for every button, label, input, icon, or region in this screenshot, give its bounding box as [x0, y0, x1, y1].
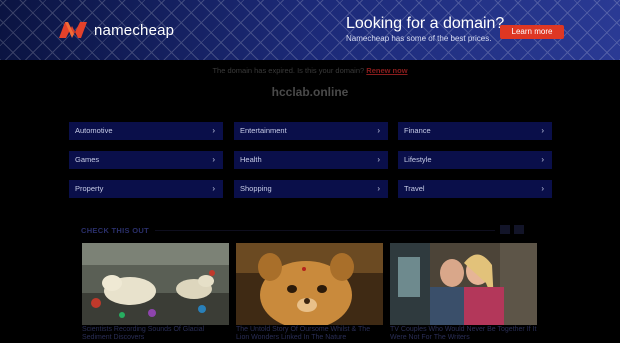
- card-image-polar-bear[interactable]: [82, 243, 229, 325]
- card-caption[interactable]: Scientists Recording Sounds Of Glacial S…: [82, 326, 229, 342]
- chevron-right-icon: ›: [541, 126, 544, 135]
- category-label: Automotive: [75, 126, 113, 135]
- renew-now-link[interactable]: Renew now: [366, 66, 407, 75]
- category-label: Games: [75, 155, 100, 164]
- check-this-out-heading: CHECK THIS OUT: [81, 226, 149, 235]
- chevron-right-icon: ›: [212, 126, 215, 135]
- domain-name: hcclab.online: [271, 85, 349, 99]
- chevron-right-icon: ›: [541, 184, 544, 193]
- category-label: Health: [240, 155, 262, 164]
- chevron-right-icon: ›: [212, 155, 215, 164]
- namecheap-logo[interactable]: namecheap: [58, 20, 174, 40]
- category-label: Property: [75, 184, 104, 193]
- chevron-right-icon: ›: [377, 184, 380, 193]
- logo-text: namecheap: [94, 21, 175, 39]
- namecheap-logo-icon: [59, 22, 87, 38]
- promo-title: Looking for a domain?: [346, 15, 505, 32]
- category-lifestyle[interactable]: Lifestyle ›: [398, 151, 552, 169]
- chevron-right-icon: ›: [377, 126, 380, 135]
- category-label: Shopping: [240, 184, 272, 193]
- category-automotive[interactable]: Automotive ›: [69, 122, 223, 140]
- category-entertainment[interactable]: Entertainment ›: [234, 122, 388, 140]
- promo-subtitle: Namecheap has some of the best prices.: [346, 34, 492, 43]
- category-label: Lifestyle: [404, 155, 432, 164]
- promo-banner[interactable]: namecheap Looking for a domain? Namechea…: [0, 0, 620, 60]
- chevron-right-icon: ›: [212, 184, 215, 193]
- pager-next-icon[interactable]: [514, 225, 524, 234]
- section-divider: [155, 230, 495, 231]
- category-health[interactable]: Health ›: [234, 151, 388, 169]
- category-travel[interactable]: Travel ›: [398, 180, 552, 198]
- category-property[interactable]: Property ›: [69, 180, 223, 198]
- category-finance[interactable]: Finance ›: [398, 122, 552, 140]
- category-games[interactable]: Games ›: [69, 151, 223, 169]
- expired-notice: The domain has expired. Is this your dom…: [0, 66, 620, 75]
- expired-notice-text: The domain has expired. Is this your dom…: [212, 66, 365, 75]
- learn-more-button[interactable]: Learn more: [500, 25, 564, 39]
- card-image-tv-couple[interactable]: [390, 243, 537, 325]
- chevron-right-icon: ›: [377, 155, 380, 164]
- chevron-right-icon: ›: [541, 155, 544, 164]
- pager-prev-icon[interactable]: [500, 225, 510, 234]
- card-image-lion-cub[interactable]: [236, 243, 383, 325]
- category-label: Travel: [404, 184, 425, 193]
- category-shopping[interactable]: Shopping ›: [234, 180, 388, 198]
- category-label: Entertainment: [240, 126, 287, 135]
- category-label: Finance: [404, 126, 431, 135]
- card-caption[interactable]: TV Couples Who Would Never Be Together I…: [390, 326, 537, 342]
- card-caption[interactable]: The Untold Story Of Oursome Whilst & The…: [236, 326, 383, 342]
